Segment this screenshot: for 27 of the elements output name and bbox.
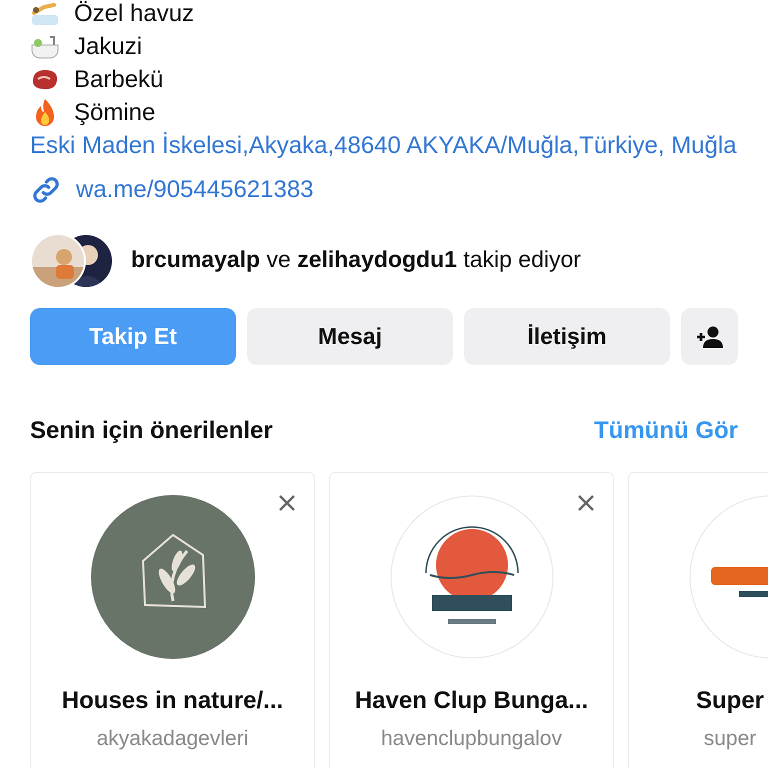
- account-username: havenclupbungalov: [381, 726, 562, 752]
- followed-by-text: brcumayalp ve zelihaydogdu1 takip ediyor: [131, 244, 581, 274]
- address-link[interactable]: Eski Maden İskelesi,Akyaka,48640 AKYAKA/Muğla,Türkiye, Muğla: [30, 129, 740, 162]
- suggestion-card[interactable]: Haven Clup Bunga... havenclupbungalov: [329, 472, 614, 768]
- amenity-text: Barbekü: [74, 65, 164, 95]
- close-button[interactable]: [277, 493, 297, 513]
- swimmer-icon: [30, 0, 60, 26]
- action-button[interactable]: İletişim: [464, 308, 670, 365]
- suggestion-card[interactable]: Super super: [628, 472, 768, 768]
- account-name: Houses in nature/...: [62, 686, 284, 716]
- website-link[interactable]: wa.me/905445621383: [76, 172, 314, 208]
- close-icon: [277, 493, 297, 513]
- amenity-text: Jakuzi: [74, 32, 142, 62]
- suggestion-card[interactable]: Houses in nature/... akyakadagevleri: [30, 472, 315, 768]
- account-username: super: [704, 726, 756, 752]
- account-username: akyakadagevleri: [96, 726, 248, 752]
- section-title: Senin için önerilenler: [30, 416, 273, 446]
- close-button[interactable]: [576, 493, 596, 513]
- amenity-text: Özel havuz: [74, 0, 194, 29]
- close-icon: [576, 493, 596, 513]
- add-person-button[interactable]: [681, 308, 738, 365]
- account-name: Super: [696, 686, 764, 716]
- link-icon: [30, 174, 62, 206]
- action-button[interactable]: Mesaj: [247, 308, 453, 365]
- add-person-icon: [696, 326, 724, 348]
- amenity-text: Şömine: [74, 98, 156, 128]
- account-name: Haven Clup Bunga...: [354, 686, 588, 716]
